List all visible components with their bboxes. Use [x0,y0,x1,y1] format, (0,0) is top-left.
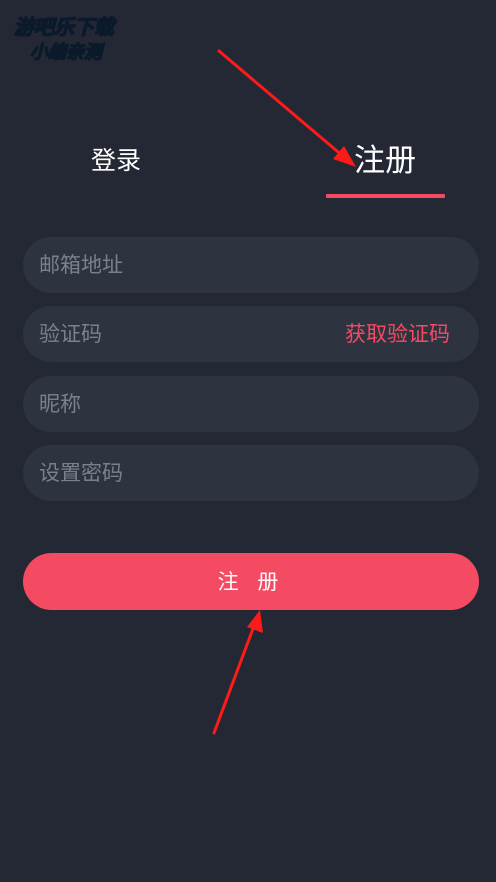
code-field-container: 获取验证码 [23,306,479,362]
password-field-container [23,445,479,501]
annotation-arrows [212,49,356,735]
arrow-to-register-button [212,610,263,735]
watermark-line1: 游吧乐下载 [14,15,117,39]
auth-tabs: 登录 注册 [0,138,496,202]
active-tab-indicator [326,194,445,198]
verification-code-input[interactable] [39,306,339,362]
tab-register[interactable]: 注册 [326,138,444,190]
email-field-container [23,237,479,293]
email-input[interactable] [39,237,339,293]
register-button[interactable]: 注 册 [23,553,479,610]
nickname-field-container [23,376,479,432]
watermark-line2: 小编亲测 [30,42,105,63]
nickname-input[interactable] [39,376,339,432]
watermark-logo: 游吧乐下载 小编亲测 [13,14,117,63]
register-screen: 游吧乐下载 小编亲测 登录 注册 获取验证码 注 册 [0,0,496,882]
get-code-button[interactable]: 获取验证码 [345,306,450,362]
password-input[interactable] [39,445,339,501]
tab-login[interactable]: 登录 [56,138,176,190]
